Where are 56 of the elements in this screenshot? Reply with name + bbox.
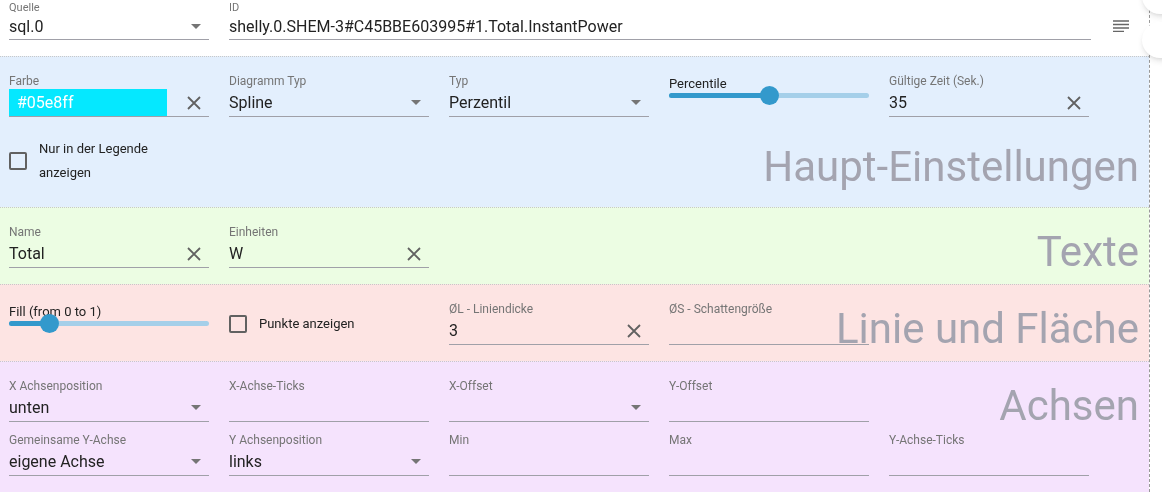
field-label: Quelle: [9, 1, 41, 14]
dropdown-caret-icon[interactable]: [191, 405, 201, 410]
select-field[interactable]: sql.0: [9, 14, 209, 40]
field-label: ØL - Liniendicke: [449, 301, 535, 317]
field-label: Farbe: [9, 73, 41, 89]
field-label: Y Achsenposition: [229, 432, 324, 448]
section-title: Achsen: [999, 382, 1139, 430]
slider-thumb[interactable]: [760, 86, 779, 105]
checkbox[interactable]: [9, 152, 27, 170]
field-label: Name: [9, 224, 42, 240]
close-icon[interactable]: [407, 246, 421, 261]
close-icon[interactable]: [1067, 95, 1081, 110]
dropdown-caret-icon[interactable]: [631, 100, 641, 105]
close-icon[interactable]: [187, 246, 201, 261]
slider-label: Fill (from 0 to 1): [9, 305, 103, 319]
section-title: Texte: [1036, 228, 1139, 276]
select-field[interactable]: eigene Achse: [9, 448, 209, 476]
field-label: Y-Achse-Ticks: [889, 432, 966, 448]
checkbox[interactable]: [229, 315, 247, 333]
input-field[interactable]: shelly.0.SHEM-3#C45BBE603995#1.Total.InstantPower: [229, 14, 1091, 40]
field-label: Typ: [449, 73, 470, 89]
slider[interactable]: [669, 86, 869, 105]
select-field[interactable]: links: [229, 448, 429, 476]
select-field[interactable]: unten: [9, 394, 209, 422]
close-icon[interactable]: [627, 323, 641, 338]
select-field[interactable]: Spline: [229, 89, 429, 117]
dropdown-caret-icon[interactable]: [191, 24, 201, 29]
field-label: ØS - Schattengröße: [669, 301, 774, 317]
list-icon[interactable]: [1113, 20, 1129, 32]
field-label: X Achsenposition: [9, 378, 104, 394]
close-icon[interactable]: [187, 95, 201, 110]
dropdown-caret-icon[interactable]: [191, 459, 201, 464]
input-field[interactable]: Total: [9, 240, 209, 268]
color-value: #05e8ff: [9, 89, 167, 116]
field-label: Gemeinsame Y-Achse: [9, 432, 128, 448]
field-label: Gültige Zeit (Sek.): [889, 73, 985, 89]
field-label: Max: [669, 432, 693, 448]
field-label: X-Offset: [449, 378, 494, 394]
dropdown-caret-icon[interactable]: [411, 100, 421, 105]
dropdown-caret-icon[interactable]: [411, 459, 421, 464]
field-label: ID: [229, 1, 241, 14]
field-label: Einheiten: [229, 224, 280, 240]
field-label: X-Achse-Ticks: [229, 378, 306, 394]
select-field[interactable]: Perzentil: [449, 89, 649, 117]
checkbox-label: Punkte anzeigen: [259, 315, 356, 333]
input-field[interactable]: 35: [889, 89, 1089, 117]
dropdown-caret-icon[interactable]: [631, 405, 641, 410]
field-label: Min: [449, 432, 471, 448]
slider-label: Percentile: [669, 77, 728, 91]
checkbox-label: Nur in der Legende anzeigen: [39, 140, 149, 182]
input-field[interactable]: W: [229, 240, 429, 268]
section-title: Haupt-Einstellungen: [763, 143, 1139, 191]
field-label: Diagramm Typ: [229, 73, 308, 89]
section-title: Linie und Fläche: [835, 305, 1139, 353]
input-field[interactable]: 3: [449, 317, 649, 345]
field-label: Y-Offset: [669, 378, 714, 394]
